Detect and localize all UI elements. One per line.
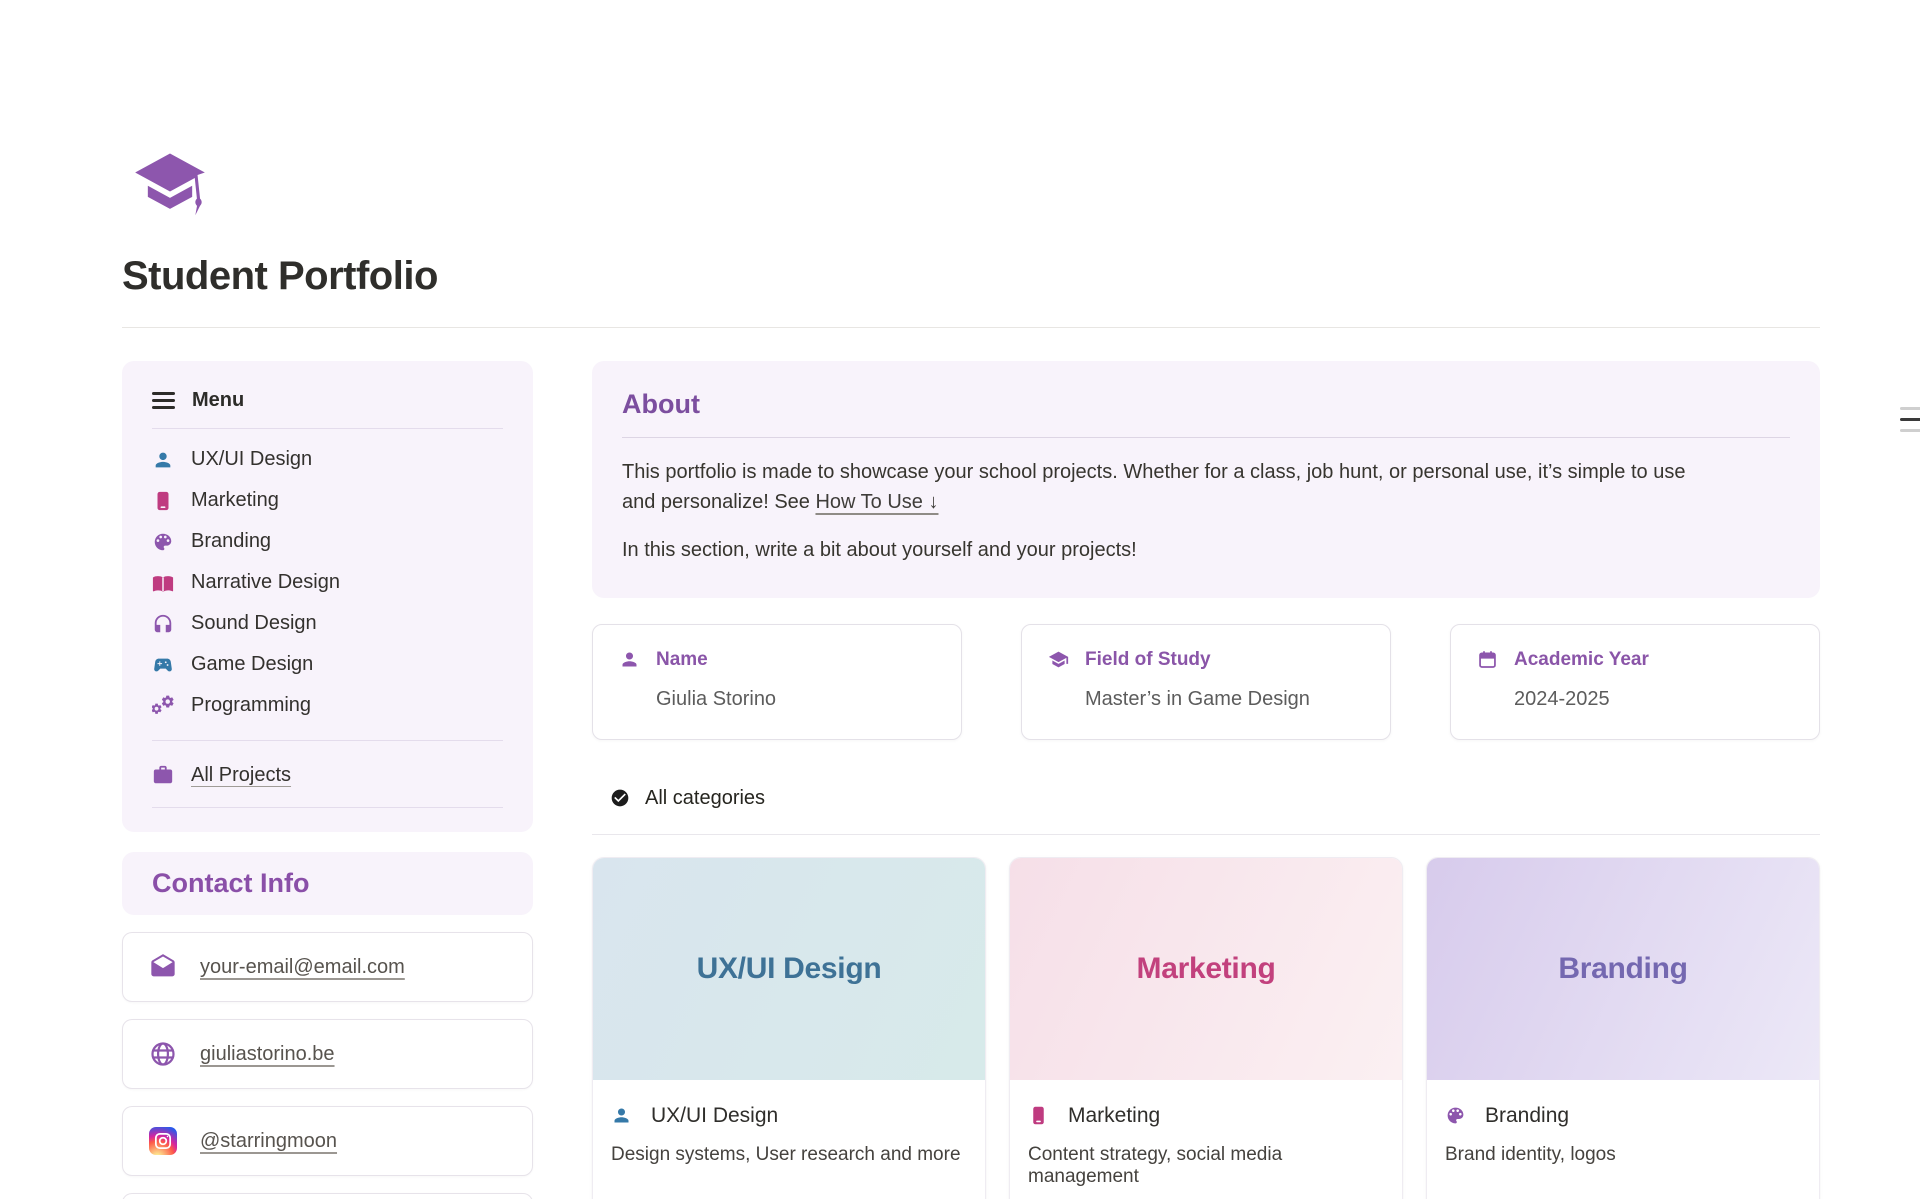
info-card-label: Field of Study [1085, 649, 1211, 671]
person-icon [619, 649, 640, 670]
sidebar-item-all-projects[interactable]: All Projects [152, 751, 503, 799]
person-icon [152, 449, 174, 471]
smartphone-icon [152, 490, 174, 512]
contact-email-link: your-email@email.com [200, 956, 405, 979]
category-card-cover: Marketing [1010, 858, 1402, 1080]
category-card-cover: Branding [1427, 858, 1819, 1080]
category-filter[interactable]: All categories [592, 787, 1820, 835]
category-card-title: Branding [1485, 1104, 1569, 1128]
graduation-cap-icon [122, 138, 218, 220]
info-card-value: 2024-2025 [1514, 688, 1793, 711]
smartphone-icon [1028, 1105, 1049, 1126]
sidebar-item-sound-design[interactable]: Sound Design [152, 603, 503, 644]
info-card-academic-year: Academic Year 2024-2025 [1450, 624, 1820, 740]
divider [152, 807, 503, 808]
about-section: About This portfolio is made to showcase… [592, 361, 1820, 598]
page: Student Portfolio Menu UX/UI Design [0, 138, 1920, 1199]
divider [152, 740, 503, 741]
contact-website-link: giuliastorino.be [200, 1043, 335, 1066]
sidebar-item-game-design[interactable]: Game Design [152, 644, 503, 685]
about-paragraph-text: This portfolio is made to showcase your … [622, 461, 1685, 513]
info-card-label: Name [656, 649, 708, 671]
how-to-use-link[interactable]: How To Use ↓ [815, 491, 938, 513]
info-card-field-of-study: Field of Study Master’s in Game Design [1021, 624, 1391, 740]
info-cards-row: Name Giulia Storino Field of Study Maste… [592, 624, 1820, 740]
instagram-icon [149, 1127, 177, 1155]
info-card-name: Name Giulia Storino [592, 624, 962, 740]
category-card-description: Brand identity, logos [1445, 1144, 1801, 1166]
category-card-uxui-design[interactable]: UX/UI Design UX/UI Design Design systems… [592, 857, 986, 1199]
check-circle-icon [610, 788, 630, 808]
about-paragraph: This portfolio is made to showcase your … [622, 458, 1712, 517]
sidebar-item-marketing[interactable]: Marketing [152, 480, 503, 521]
menu-panel: Menu UX/UI Design Marketing [122, 361, 533, 832]
globe-icon [149, 1040, 177, 1068]
contact-info-panel: Contact Info [122, 852, 533, 915]
gears-icon [152, 695, 174, 717]
contact-email[interactable]: your-email@email.com [122, 932, 533, 1002]
category-card-description: Design systems, User research and more [611, 1144, 967, 1166]
divider [152, 428, 503, 429]
sidebar-item-label: UX/UI Design [191, 448, 312, 471]
main-content: About This portfolio is made to showcase… [592, 361, 1820, 1199]
sidebar-item-label: Sound Design [191, 612, 317, 635]
category-card-title: UX/UI Design [651, 1104, 778, 1128]
category-filter-label: All categories [645, 787, 765, 810]
sidebar-item-uxui-design[interactable]: UX/UI Design [152, 439, 503, 480]
contact-instagram-link: @starringmoon [200, 1130, 337, 1153]
gamepad-icon [152, 654, 174, 676]
info-card-value: Master’s in Game Design [1085, 688, 1364, 711]
open-book-icon [152, 572, 174, 594]
category-card-branding[interactable]: Branding Branding Brand identity, logos [1426, 857, 1820, 1199]
category-card-cover-title: Marketing [1137, 952, 1276, 986]
sidebar: Menu UX/UI Design Marketing [122, 361, 533, 1199]
headphones-icon [152, 613, 174, 635]
sidebar-item-label: All Projects [191, 764, 291, 787]
hamburger-icon [152, 392, 175, 409]
sidebar-item-label: Game Design [191, 653, 313, 676]
category-card-cover-title: Branding [1558, 952, 1687, 986]
category-card-description: Content strategy, social media managemen… [1028, 1144, 1384, 1188]
graduation-cap-icon [1048, 649, 1069, 670]
category-cards-row: UX/UI Design UX/UI Design Design systems… [592, 857, 1820, 1199]
sidebar-item-narrative-design[interactable]: Narrative Design [152, 562, 503, 603]
info-card-label: Academic Year [1514, 649, 1649, 671]
divider [122, 327, 1820, 328]
table-of-contents-icon[interactable] [1900, 407, 1920, 440]
about-paragraph-2: In this section, write a bit about yours… [622, 536, 1712, 566]
palette-icon [152, 531, 174, 553]
contact-linkedin[interactable]: in Giulia Storino [122, 1193, 533, 1199]
sidebar-item-programming[interactable]: Programming [152, 685, 503, 726]
about-title: About [622, 389, 1790, 420]
category-card-cover: UX/UI Design [593, 858, 985, 1080]
menu-title: Menu [192, 389, 244, 412]
page-title: Student Portfolio [122, 254, 1820, 299]
sidebar-item-branding[interactable]: Branding [152, 521, 503, 562]
sidebar-item-label: Narrative Design [191, 571, 340, 594]
contact-info-title: Contact Info [152, 868, 503, 899]
category-card-marketing[interactable]: Marketing Marketing Content strategy, so… [1009, 857, 1403, 1199]
briefcase-icon [152, 764, 174, 786]
person-icon [611, 1105, 632, 1126]
calendar-icon [1477, 649, 1498, 670]
contact-website[interactable]: giuliastorino.be [122, 1019, 533, 1089]
category-card-title: Marketing [1068, 1104, 1160, 1128]
menu-header: Menu [152, 389, 503, 412]
sidebar-item-label: Marketing [191, 489, 279, 512]
category-card-cover-title: UX/UI Design [697, 952, 882, 986]
divider [622, 437, 1790, 438]
sidebar-item-label: Branding [191, 530, 271, 553]
contact-instagram[interactable]: @starringmoon [122, 1106, 533, 1176]
sidebar-item-label: Programming [191, 694, 311, 717]
info-card-value: Giulia Storino [656, 688, 935, 711]
palette-icon [1445, 1105, 1466, 1126]
mail-open-icon [149, 953, 177, 981]
